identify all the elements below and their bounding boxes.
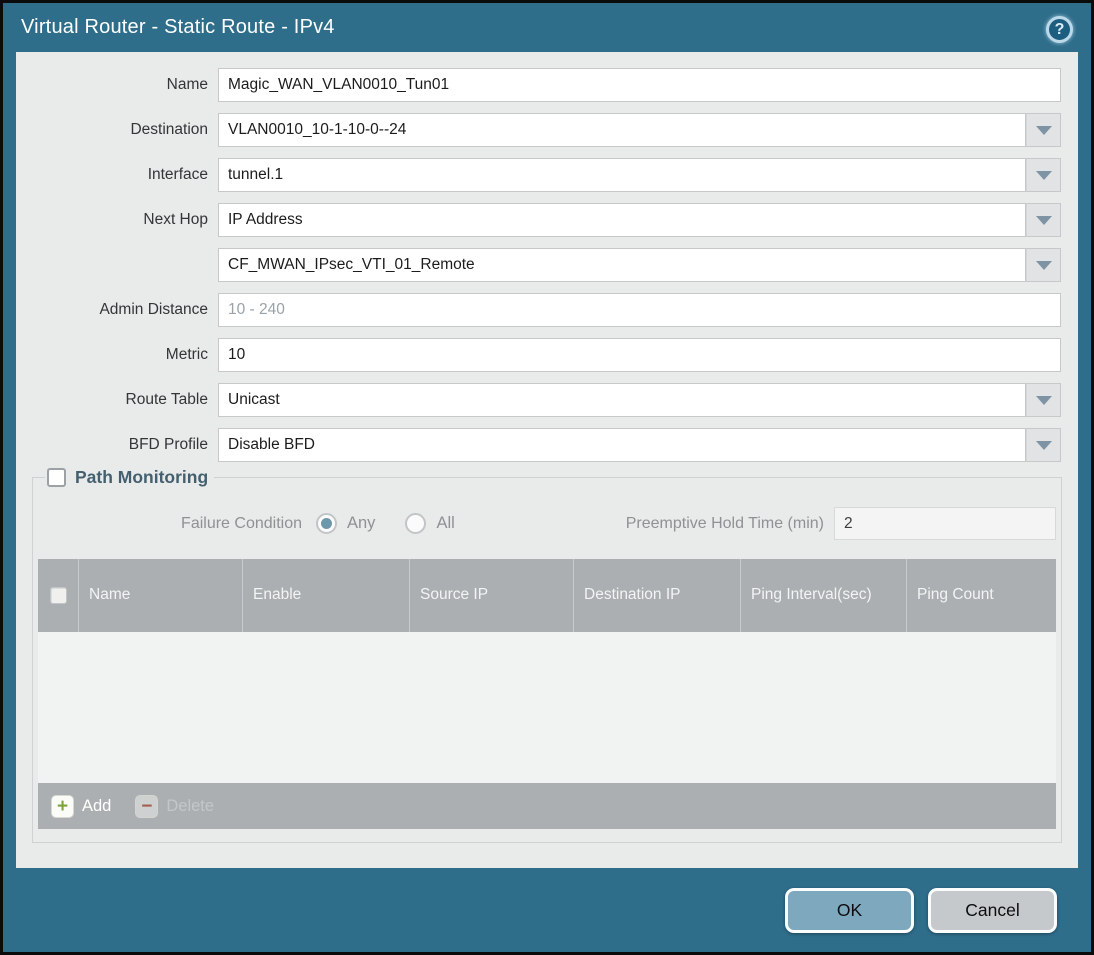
- next-hop-type-dropdown-button[interactable]: [1026, 203, 1061, 237]
- next-hop-type-input[interactable]: [218, 203, 1026, 237]
- route-table-input[interactable]: [218, 383, 1026, 417]
- dialog-content: Name Destination Interface: [16, 52, 1078, 868]
- name-label: Name: [166, 76, 208, 93]
- destination-label: Destination: [130, 121, 208, 138]
- route-table-dropdown-button[interactable]: [1026, 383, 1061, 417]
- interface-dropdown-button[interactable]: [1026, 158, 1061, 192]
- name-input[interactable]: [218, 68, 1061, 102]
- table-body-empty: [38, 632, 1056, 783]
- plus-icon: +: [51, 794, 74, 818]
- path-monitoring-checkbox[interactable]: [47, 468, 66, 487]
- select-all-checkbox[interactable]: [49, 587, 67, 604]
- form-row-name: Name: [16, 68, 1078, 102]
- preemptive-hold-time-input[interactable]: [834, 507, 1056, 540]
- path-monitoring-section: Path Monitoring Failure Condition Any Al…: [32, 467, 1062, 843]
- form-row-destination: Destination: [16, 113, 1078, 147]
- bfd-profile-input[interactable]: [218, 428, 1026, 462]
- column-header-ping-count[interactable]: Ping Count: [907, 559, 1056, 632]
- radio-any-icon[interactable]: [316, 513, 337, 534]
- path-monitoring-controls: Failure Condition Any All Preemptive Hol…: [38, 507, 1056, 540]
- path-monitoring-table: Name Enable Source IP Destination IP Pin…: [38, 559, 1056, 829]
- bfd-profile-dropdown-button[interactable]: [1026, 428, 1061, 462]
- admin-distance-input[interactable]: [218, 293, 1061, 327]
- column-header-source-ip[interactable]: Source IP: [410, 559, 574, 632]
- column-header-ping-interval[interactable]: Ping Interval(sec): [741, 559, 907, 632]
- radio-option-all[interactable]: All: [405, 513, 455, 534]
- interface-label: Interface: [147, 166, 208, 183]
- failure-condition-label: Failure Condition: [181, 514, 302, 532]
- add-button-label: Add: [82, 796, 112, 815]
- ok-button[interactable]: OK: [785, 887, 914, 933]
- failure-condition-radio-group: Any All: [316, 513, 455, 534]
- route-table-label: Route Table: [125, 391, 208, 408]
- chevron-down-icon: [1035, 440, 1052, 450]
- destination-dropdown-button[interactable]: [1026, 113, 1061, 147]
- preemptive-hold-time-group: Preemptive Hold Time (min): [626, 507, 1056, 540]
- cancel-button[interactable]: Cancel: [928, 887, 1057, 933]
- radio-all-label: All: [436, 514, 455, 532]
- metric-label: Metric: [165, 346, 208, 363]
- radio-any-label: Any: [347, 514, 376, 532]
- column-header-name[interactable]: Name: [79, 559, 243, 632]
- static-route-dialog: Virtual Router - Static Route - IPv4 ? N…: [0, 0, 1094, 955]
- column-header-destination-ip[interactable]: Destination IP: [574, 559, 741, 632]
- minus-icon: −: [135, 794, 159, 818]
- chevron-down-icon: [1035, 215, 1052, 225]
- chevron-down-icon: [1035, 260, 1052, 270]
- form-row-next-hop: Next Hop: [16, 203, 1078, 237]
- title-bar: Virtual Router - Static Route - IPv4 ?: [3, 3, 1091, 52]
- add-button[interactable]: + Add: [51, 794, 112, 818]
- form-row-bfd-profile: BFD Profile: [16, 428, 1078, 462]
- delete-button-label: Delete: [166, 796, 215, 815]
- column-header-enable[interactable]: Enable: [243, 559, 410, 632]
- chevron-down-icon: [1035, 170, 1052, 180]
- form-row-admin-distance: Admin Distance: [16, 293, 1078, 327]
- interface-input[interactable]: [218, 158, 1026, 192]
- metric-input[interactable]: [218, 338, 1061, 372]
- destination-input[interactable]: [218, 113, 1026, 147]
- table-toolbar: + Add − Delete: [38, 783, 1056, 829]
- next-hop-address-dropdown-button[interactable]: [1026, 248, 1061, 282]
- path-monitoring-legend: Path Monitoring: [45, 467, 215, 488]
- form-row-interface: Interface: [16, 158, 1078, 192]
- bfd-profile-label: BFD Profile: [128, 436, 208, 453]
- table-header-select-all[interactable]: [38, 559, 79, 632]
- next-hop-address-input[interactable]: [218, 248, 1026, 282]
- next-hop-label: Next Hop: [143, 211, 208, 228]
- radio-all-icon[interactable]: [405, 513, 427, 534]
- table-header-row: Name Enable Source IP Destination IP Pin…: [38, 559, 1056, 632]
- radio-option-any[interactable]: Any: [316, 513, 375, 534]
- delete-button[interactable]: − Delete: [135, 794, 215, 818]
- chevron-down-icon: [1035, 125, 1052, 135]
- help-icon[interactable]: ?: [1046, 16, 1073, 43]
- form-row-route-table: Route Table: [16, 383, 1078, 417]
- chevron-down-icon: [1035, 395, 1052, 405]
- preemptive-hold-time-label: Preemptive Hold Time (min): [625, 514, 824, 532]
- dialog-title: Virtual Router - Static Route - IPv4: [21, 16, 335, 38]
- path-monitoring-title: Path Monitoring: [75, 467, 209, 487]
- form-row-next-hop-address: [16, 248, 1078, 282]
- admin-distance-label: Admin Distance: [99, 301, 208, 318]
- form-row-metric: Metric: [16, 338, 1078, 372]
- dialog-footer: OK Cancel: [3, 868, 1091, 952]
